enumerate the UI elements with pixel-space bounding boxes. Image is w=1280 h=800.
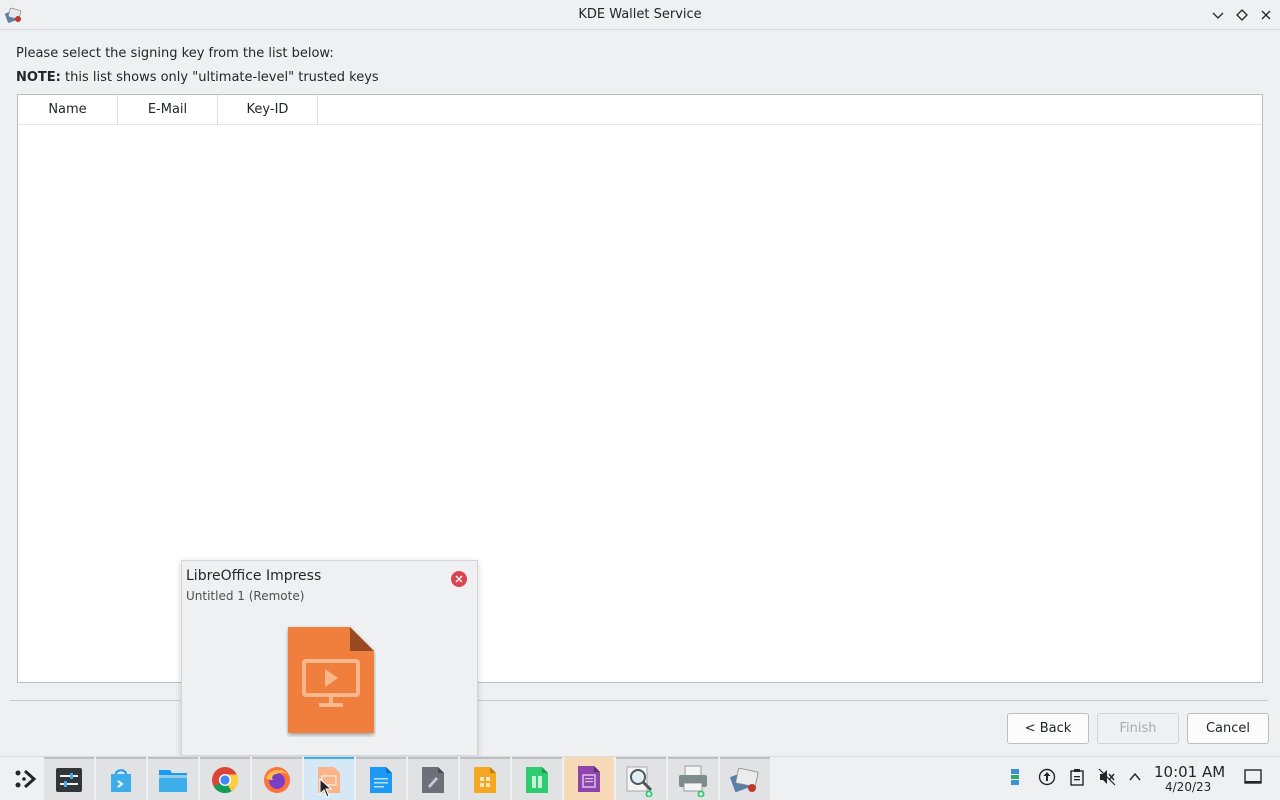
chevron-up-icon [1129,772,1141,781]
taskbar-kfind[interactable] [616,757,666,800]
taskbar [0,756,1280,800]
launcher-icon [15,769,37,789]
cancel-button[interactable]: Cancel [1187,713,1269,744]
writer-icon [370,767,392,793]
note-label: NOTE: [16,70,61,85]
taskbar-libreoffice-impress-2[interactable] [460,757,510,800]
back-button[interactable]: < Back [1007,713,1089,744]
taskbar-libreoffice-writer[interactable] [356,757,406,800]
popup-title: LibreOffice Impress [186,568,322,584]
taskbar-kde-wallet[interactable] [720,757,770,800]
note-body: this list shows only "ultimate-level" tr… [60,70,379,85]
update-icon [1038,768,1056,786]
task-preview-popup: LibreOffice Impress Untitled 1 (Remote) [181,560,478,756]
desktop-icon [1244,769,1262,784]
taskbar-printer[interactable] [668,757,718,800]
impress-alt-icon [474,767,496,793]
clock-time[interactable]: 10:01 AM [1154,763,1225,781]
mouse-cursor [319,778,333,798]
window-titlebar: KDE Wallet Service [0,0,1280,30]
diamond-icon [1236,9,1248,21]
popup-subtitle: Untitled 1 (Remote) [186,589,305,603]
magnifier-icon [626,766,653,797]
network-icon [1011,769,1019,785]
close-icon [455,575,463,583]
column-header-name[interactable]: Name [18,95,118,125]
note-text: NOTE: this list shows only "ultimate-lev… [16,70,379,85]
taskbar-libreoffice-math[interactable] [564,757,614,800]
intro-text: Please select the signing key from the l… [16,46,334,61]
column-header-key-id[interactable]: Key-ID [218,95,318,125]
chevron-down-icon [1212,12,1224,19]
popup-close-button[interactable] [451,571,467,587]
clock-date[interactable]: 4/20/23 [1165,780,1211,794]
tray-network[interactable] [1006,767,1026,787]
chrome-icon [212,767,239,794]
tray-clipboard[interactable] [1067,767,1087,787]
column-header-email[interactable]: E-Mail [118,95,218,125]
window-title: KDE Wallet Service [578,7,702,22]
taskbar-system-settings[interactable] [44,757,94,800]
printer-icon [679,765,707,797]
settings-icon [56,768,82,792]
maximize-button[interactable] [1233,6,1251,24]
taskbar-firefox[interactable] [252,757,302,800]
taskbar-libreoffice-draw[interactable] [408,757,458,800]
tray-updates[interactable] [1037,767,1057,787]
taskbar-chrome[interactable] [200,757,250,800]
taskbar-dolphin[interactable] [148,757,198,800]
firefox-icon [264,767,290,793]
tray-volume[interactable] [1097,767,1117,787]
tray-expand[interactable] [1125,767,1145,787]
math-icon [578,766,600,792]
close-icon [1261,10,1271,20]
clipboard-icon [1070,769,1084,786]
draw-icon [422,767,444,793]
volume-muted-icon [1098,768,1116,786]
finish-button[interactable]: Finish [1097,713,1179,744]
show-desktop-button[interactable] [1243,767,1263,787]
impress-document-icon[interactable] [286,625,376,737]
application-launcher[interactable] [0,757,50,800]
taskbar-libreoffice-calc[interactable] [512,757,562,800]
close-button[interactable] [1257,6,1275,24]
wallet-icon [730,767,759,792]
calc-icon [526,767,548,793]
minimize-button[interactable] [1209,6,1227,24]
key-list-header: Name E-Mail Key-ID [18,95,1262,125]
store-icon [111,769,131,792]
folder-icon [159,770,187,792]
taskbar-discover[interactable] [96,757,146,800]
